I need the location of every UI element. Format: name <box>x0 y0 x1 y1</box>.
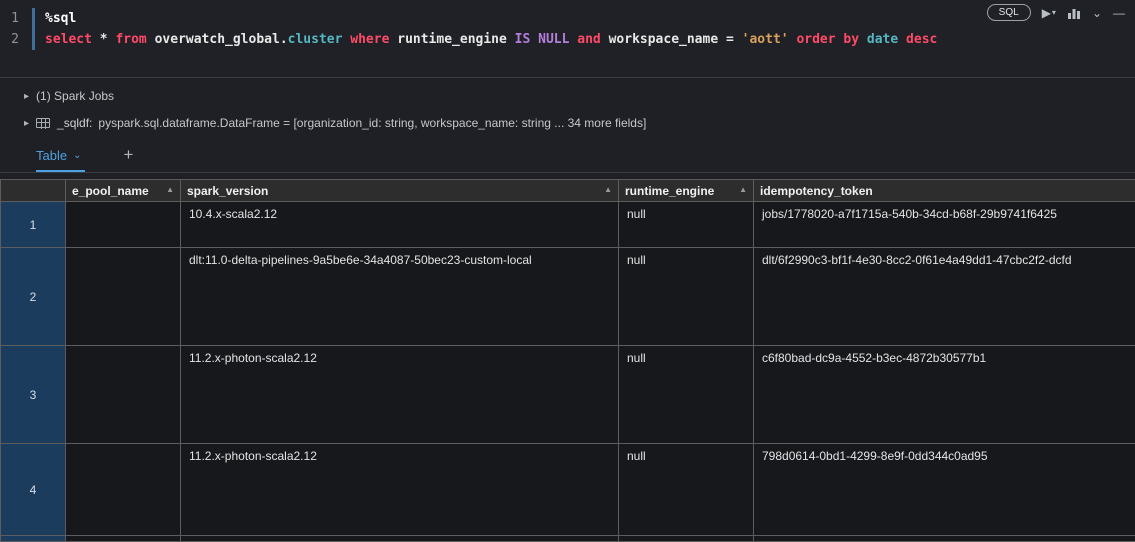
cell-spark_version[interactable]: 11.2.x-photon-scala2.12 <box>180 443 619 536</box>
cell-spark_version <box>180 535 619 542</box>
column-header-label: idempotency_token <box>760 183 873 198</box>
tab-table[interactable]: Table ⌄ <box>36 148 86 172</box>
table-row[interactable]: 4 11.2.x-photon-scala2.12 null 798d0614-0bd… <box>0 443 1135 536</box>
expand-caret-icon[interactable]: ▸ <box>24 91 29 102</box>
code-token: NULL <box>538 32 570 47</box>
editor-gutter: 12 <box>0 8 30 50</box>
notebook-cell: SQL ▶ ▾ ⌄ — 12 %sql select * from overwat… <box>0 0 1135 78</box>
code-line[interactable]: select * from overwatch_global.cluster w… <box>45 29 937 50</box>
code-token: select <box>45 32 92 47</box>
play-icon: ▶ <box>1041 5 1051 20</box>
cell-spark_version[interactable]: 11.2.x-photon-scala2.12 <box>180 345 619 444</box>
column-header-e_pool_name[interactable]: e_pool_name ▲ <box>65 179 181 202</box>
row-number-cell: 1 <box>0 201 66 248</box>
code-token: cluster <box>287 32 343 47</box>
run-options-caret-icon: ▾ <box>1051 7 1056 17</box>
cell-runtime_engine <box>618 535 754 542</box>
table-row[interactable]: 1 10.4.x-scala2.12 null jobs/1778020-a7f171… <box>0 201 1135 248</box>
code-token: where <box>350 32 390 47</box>
spark-jobs-row[interactable]: ▸ (1) Spark Jobs <box>0 88 1135 104</box>
table-row-partial <box>0 535 1135 542</box>
dataframe-icon <box>36 118 51 129</box>
cell-e_pool_name <box>65 535 181 542</box>
cell-toolbar: SQL ▶ ▾ ⌄ — <box>986 4 1125 21</box>
results-grid: e_pool_name ▲ spark_version ▲ runtime_engine… <box>0 179 1135 542</box>
row-number-header <box>0 179 66 202</box>
chart-icon[interactable] <box>1067 7 1081 19</box>
code-token: order <box>796 32 836 47</box>
code-token: and <box>577 32 601 47</box>
code-token: runtime_engine <box>389 32 515 47</box>
cell-e_pool_name[interactable] <box>65 443 181 536</box>
table-header-row: e_pool_name ▲ spark_version ▲ runtime_engine… <box>0 179 1135 202</box>
results-table: e_pool_name ▲ spark_version ▲ runtime_engine… <box>0 179 1135 542</box>
cell-runtime_engine[interactable]: null <box>618 201 754 248</box>
code-token: %sql <box>45 11 77 26</box>
code-lines[interactable]: %sql select * from overwatch_global.clust… <box>35 8 937 50</box>
run-cell-button[interactable]: ▶ ▾ <box>1042 6 1056 20</box>
expand-caret-icon[interactable]: ▸ <box>24 118 29 129</box>
chevron-down-icon[interactable]: ⌄ <box>1092 6 1102 20</box>
cell-e_pool_name[interactable] <box>65 345 181 444</box>
sql-editor[interactable]: 12 %sql select * from overwatch_global.cl… <box>0 8 1135 50</box>
cell-spark_version[interactable]: 10.4.x-scala2.12 <box>180 201 619 248</box>
sqldf-row[interactable]: ▸ _sqldf: pyspark.sql.dataframe.DataFram… <box>0 115 1135 131</box>
code-token: from <box>115 32 147 47</box>
cell-idempotency_token <box>753 535 1135 542</box>
table-row[interactable]: 3 11.2.x-photon-scala2.12 null c6f80bad-dc9… <box>0 345 1135 444</box>
cell-e_pool_name[interactable] <box>65 247 181 346</box>
tab-table-label: Table <box>36 148 68 163</box>
code-token: workspace_name = <box>600 32 742 47</box>
sqldf-label: _sqldf: <box>57 116 93 130</box>
code-token: IS <box>514 32 531 47</box>
row-number-cell: 3 <box>0 345 66 444</box>
language-badge[interactable]: SQL <box>986 4 1031 21</box>
cell-runtime_engine[interactable]: null <box>618 443 754 536</box>
code-token: by <box>843 32 860 47</box>
code-token: * <box>91 32 116 47</box>
table-body: 1 10.4.x-scala2.12 null jobs/1778020-a7f171… <box>0 201 1135 542</box>
cell-idempotency_token[interactable]: 798d0614-0bd1-4299-8e9f-0dd344c0ad95 <box>753 443 1135 536</box>
results-tabbar: Table ⌄ + <box>0 144 1135 173</box>
code-token: overwatch_global. <box>146 32 288 47</box>
cell-idempotency_token[interactable]: c6f80bad-dc9a-4552-b3ec-4872b30577b1 <box>753 345 1135 444</box>
sort-icon[interactable]: ▲ <box>604 185 612 194</box>
cell-runtime_engine[interactable]: null <box>618 345 754 444</box>
code-line[interactable]: %sql <box>45 8 937 29</box>
cell-idempotency_token[interactable]: jobs/1778020-a7f1715a-540b-34cd-b68f-29b… <box>753 201 1135 248</box>
code-token: 'aott' <box>741 32 789 47</box>
cell-spark_version[interactable]: dlt:11.0-delta-pipelines-9a5be6e-34a4087… <box>180 247 619 346</box>
column-header-runtime_engine[interactable]: runtime_engine ▲ <box>618 179 754 202</box>
column-header-label: e_pool_name <box>72 183 149 198</box>
column-header-spark_version[interactable]: spark_version ▲ <box>180 179 619 202</box>
tab-chevron-down-icon: ⌄ <box>73 149 82 161</box>
column-header-label: runtime_engine <box>625 183 715 198</box>
row-number-cell: 2 <box>0 247 66 346</box>
cell-runtime_engine[interactable]: null <box>618 247 754 346</box>
table-row[interactable]: 2 dlt:11.0-delta-pipelines-9a5be6e-34a408… <box>0 247 1135 346</box>
line-number: 2 <box>11 32 19 47</box>
code-token: desc <box>906 32 938 47</box>
column-header-label: spark_version <box>187 183 269 198</box>
minimize-cell-icon[interactable]: — <box>1113 6 1125 20</box>
sort-icon[interactable]: ▲ <box>739 185 747 194</box>
sort-icon[interactable]: ▲ <box>166 185 174 194</box>
spark-jobs-label: (1) Spark Jobs <box>36 89 115 103</box>
line-number: 1 <box>11 11 19 26</box>
row-number-cell <box>0 535 66 542</box>
code-token: date <box>866 32 899 47</box>
row-number-cell: 4 <box>0 443 66 536</box>
add-visualization-button[interactable]: + <box>123 145 133 172</box>
sqldf-schema-text: pyspark.sql.dataframe.DataFrame = [organ… <box>98 116 647 130</box>
cell-idempotency_token[interactable]: dlt/6f2990c3-bf1f-4e30-8cc2-0f61e4a49dd1… <box>753 247 1135 346</box>
column-header-idempotency_token[interactable]: idempotency_token <box>753 179 1135 202</box>
cell-e_pool_name[interactable] <box>65 201 181 248</box>
